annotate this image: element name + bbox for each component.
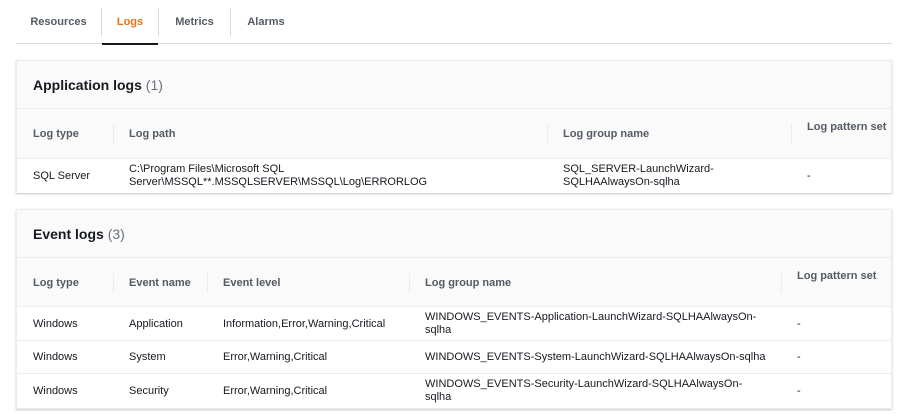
column-divider — [113, 124, 114, 144]
column-divider — [547, 124, 548, 144]
panel-header: Event logs (3) — [17, 210, 891, 258]
cell-log-pattern: - — [797, 318, 801, 330]
log-group-line: SQL_SERVER-LaunchWizard- — [563, 163, 714, 175]
column-header-log-path[interactable]: Log path — [129, 128, 175, 140]
cell-event-name: System — [129, 351, 166, 363]
tab-metrics[interactable]: Metrics — [159, 0, 230, 44]
cell-log-type: Windows — [33, 351, 78, 363]
column-header-log-type[interactable]: Log type — [33, 128, 79, 140]
cell-log-group-name: SQL_SERVER-LaunchWizard- SQLHAAlwaysOn-s… — [563, 163, 714, 189]
log-group-line: WINDOWS_EVENTS-Security-LaunchWizard-SQL… — [425, 378, 743, 390]
log-group-line: sqlha — [425, 391, 452, 403]
cell-log-pattern: - — [807, 170, 811, 182]
cell-event-level: Error,Warning,Critical — [223, 351, 328, 363]
table-row: Windows Security Error,Warning,Critical … — [17, 374, 891, 408]
tab-resources[interactable]: Resources — [16, 0, 101, 44]
cell-log-type: Windows — [33, 318, 78, 330]
panel-title: Event logs (3) — [33, 226, 125, 242]
log-group-line: WINDOWS_EVENTS-Application-LaunchWizard-… — [425, 311, 757, 323]
cell-log-group-name: WINDOWS_EVENTS-Security-LaunchWizard-SQL… — [425, 378, 742, 404]
column-divider — [409, 273, 410, 293]
log-group-line: sqlha — [425, 324, 452, 336]
panel-header: Application logs (1) — [17, 61, 891, 109]
table-row: Windows Application Information,Error,Wa… — [17, 307, 891, 341]
table-row: Windows System Error,Warning,Critical WI… — [17, 341, 891, 374]
table-header: Log type Event name Event level Log grou… — [17, 258, 891, 307]
column-header-log-group-name[interactable]: Log group name — [563, 128, 649, 140]
application-logs-panel: Application logs (1) Log type Log path L… — [16, 60, 892, 193]
panel-title: Application logs (1) — [33, 77, 163, 93]
column-divider — [113, 273, 114, 293]
table-header: Log type Log path Log group name Log pat… — [17, 109, 891, 159]
panel-count: (1) — [145, 77, 163, 93]
cell-event-name: Application — [129, 318, 183, 330]
cell-log-pattern: - — [797, 351, 801, 363]
event-logs-panel: Event logs (3) Log type Event name Event… — [16, 209, 892, 409]
panel-title-text: Event logs — [33, 226, 104, 242]
cell-event-level: Error,Warning,Critical — [223, 385, 328, 397]
log-path-line: C:\Program Files\Microsoft SQL — [129, 163, 285, 175]
tab-bar: Resources Logs Metrics Alarms — [16, 0, 892, 45]
column-divider — [781, 273, 782, 293]
column-header-log-group-name[interactable]: Log group name — [425, 277, 511, 289]
cell-event-name: Security — [129, 385, 169, 397]
column-divider — [207, 273, 208, 293]
cell-log-group-name: WINDOWS_EVENTS-Application-LaunchWizard-… — [425, 311, 756, 337]
column-header-event-level[interactable]: Event level — [223, 277, 280, 289]
tab-alarms[interactable]: Alarms — [231, 0, 301, 44]
column-header-event-name[interactable]: Event name — [129, 277, 191, 289]
tab-logs[interactable]: Logs — [102, 0, 158, 45]
column-header-log-pattern-set[interactable]: Log pattern set — [797, 270, 877, 282]
cell-log-type: SQL Server — [33, 170, 91, 182]
panel-title-text: Application logs — [33, 77, 142, 93]
table-row: SQL Server C:\Program Files\Microsoft SQ… — [17, 159, 891, 193]
cell-log-type: Windows — [33, 385, 78, 397]
column-divider — [791, 124, 792, 144]
log-path-line: Server\MSSQL**.MSSQLSERVER\MSSQL\Log\ERR… — [129, 176, 428, 188]
cell-event-level: Information,Error,Warning,Critical — [223, 318, 386, 330]
column-header-log-type[interactable]: Log type — [33, 277, 79, 289]
column-header-log-pattern-set[interactable]: Log pattern set — [807, 121, 887, 133]
cell-log-pattern: - — [797, 385, 801, 397]
cell-log-group-name: WINDOWS_EVENTS-System-LaunchWizard-SQLHA… — [425, 351, 766, 363]
log-group-line: SQLHAAlwaysOn-sqlha — [563, 176, 680, 188]
panel-count: (3) — [107, 226, 125, 242]
cell-log-path: C:\Program Files\Microsoft SQL Server\MS… — [129, 163, 427, 189]
